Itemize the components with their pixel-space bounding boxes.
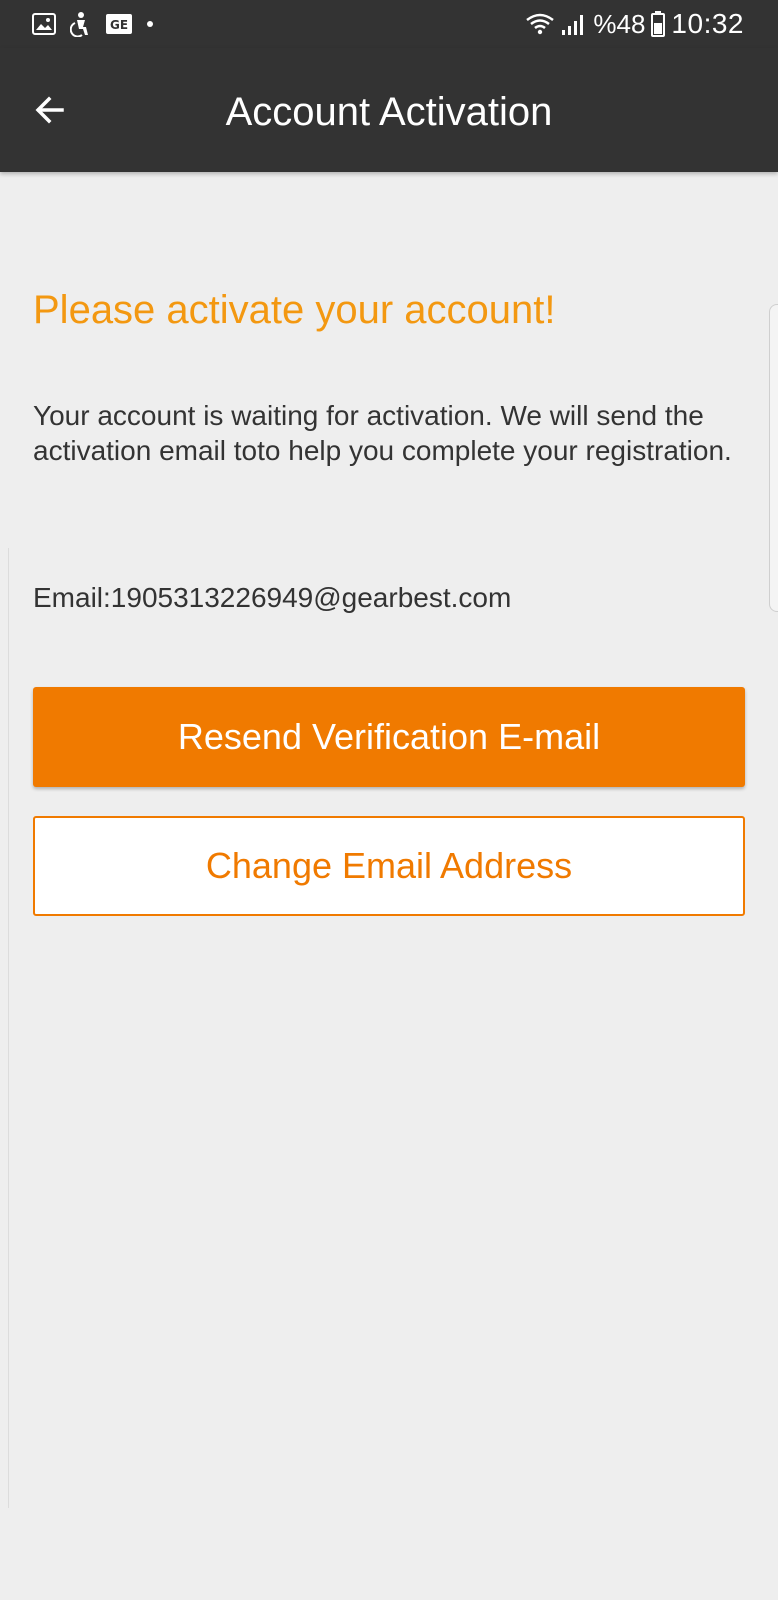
accessibility-icon bbox=[70, 11, 92, 37]
ge-icon-label: GE bbox=[110, 18, 128, 32]
image-icon bbox=[32, 13, 56, 35]
app-bar: Account Activation bbox=[0, 48, 778, 172]
dot-icon bbox=[146, 20, 154, 28]
status-system-icons: %48 10:32 bbox=[525, 6, 744, 42]
activation-message: Your account is waiting for activation. … bbox=[33, 400, 732, 466]
page-title: Account Activation bbox=[225, 90, 553, 134]
status-bar: GE %48 10:32 bbox=[0, 0, 778, 48]
edge-panel-handle[interactable] bbox=[769, 304, 778, 612]
change-email-button[interactable]: Change Email Address bbox=[33, 816, 745, 916]
left-edge-divider bbox=[0, 548, 9, 1508]
email-address: Email:1905313226949@gearbest.com bbox=[33, 582, 512, 613]
clock: 10:32 bbox=[671, 8, 744, 39]
activation-screen: GE %48 10:32 Account Activation Please a… bbox=[0, 0, 778, 1600]
resend-verification-button[interactable]: Resend Verification E-mail bbox=[33, 687, 745, 787]
activation-heading: Please activate your account! bbox=[33, 288, 556, 332]
status-notification-icons: GE bbox=[32, 10, 154, 38]
wifi-icon bbox=[525, 12, 555, 36]
signal-icon bbox=[561, 12, 587, 36]
battery-percent: %48 bbox=[593, 8, 646, 39]
ge-icon: GE bbox=[106, 14, 132, 34]
battery-icon bbox=[651, 11, 666, 37]
